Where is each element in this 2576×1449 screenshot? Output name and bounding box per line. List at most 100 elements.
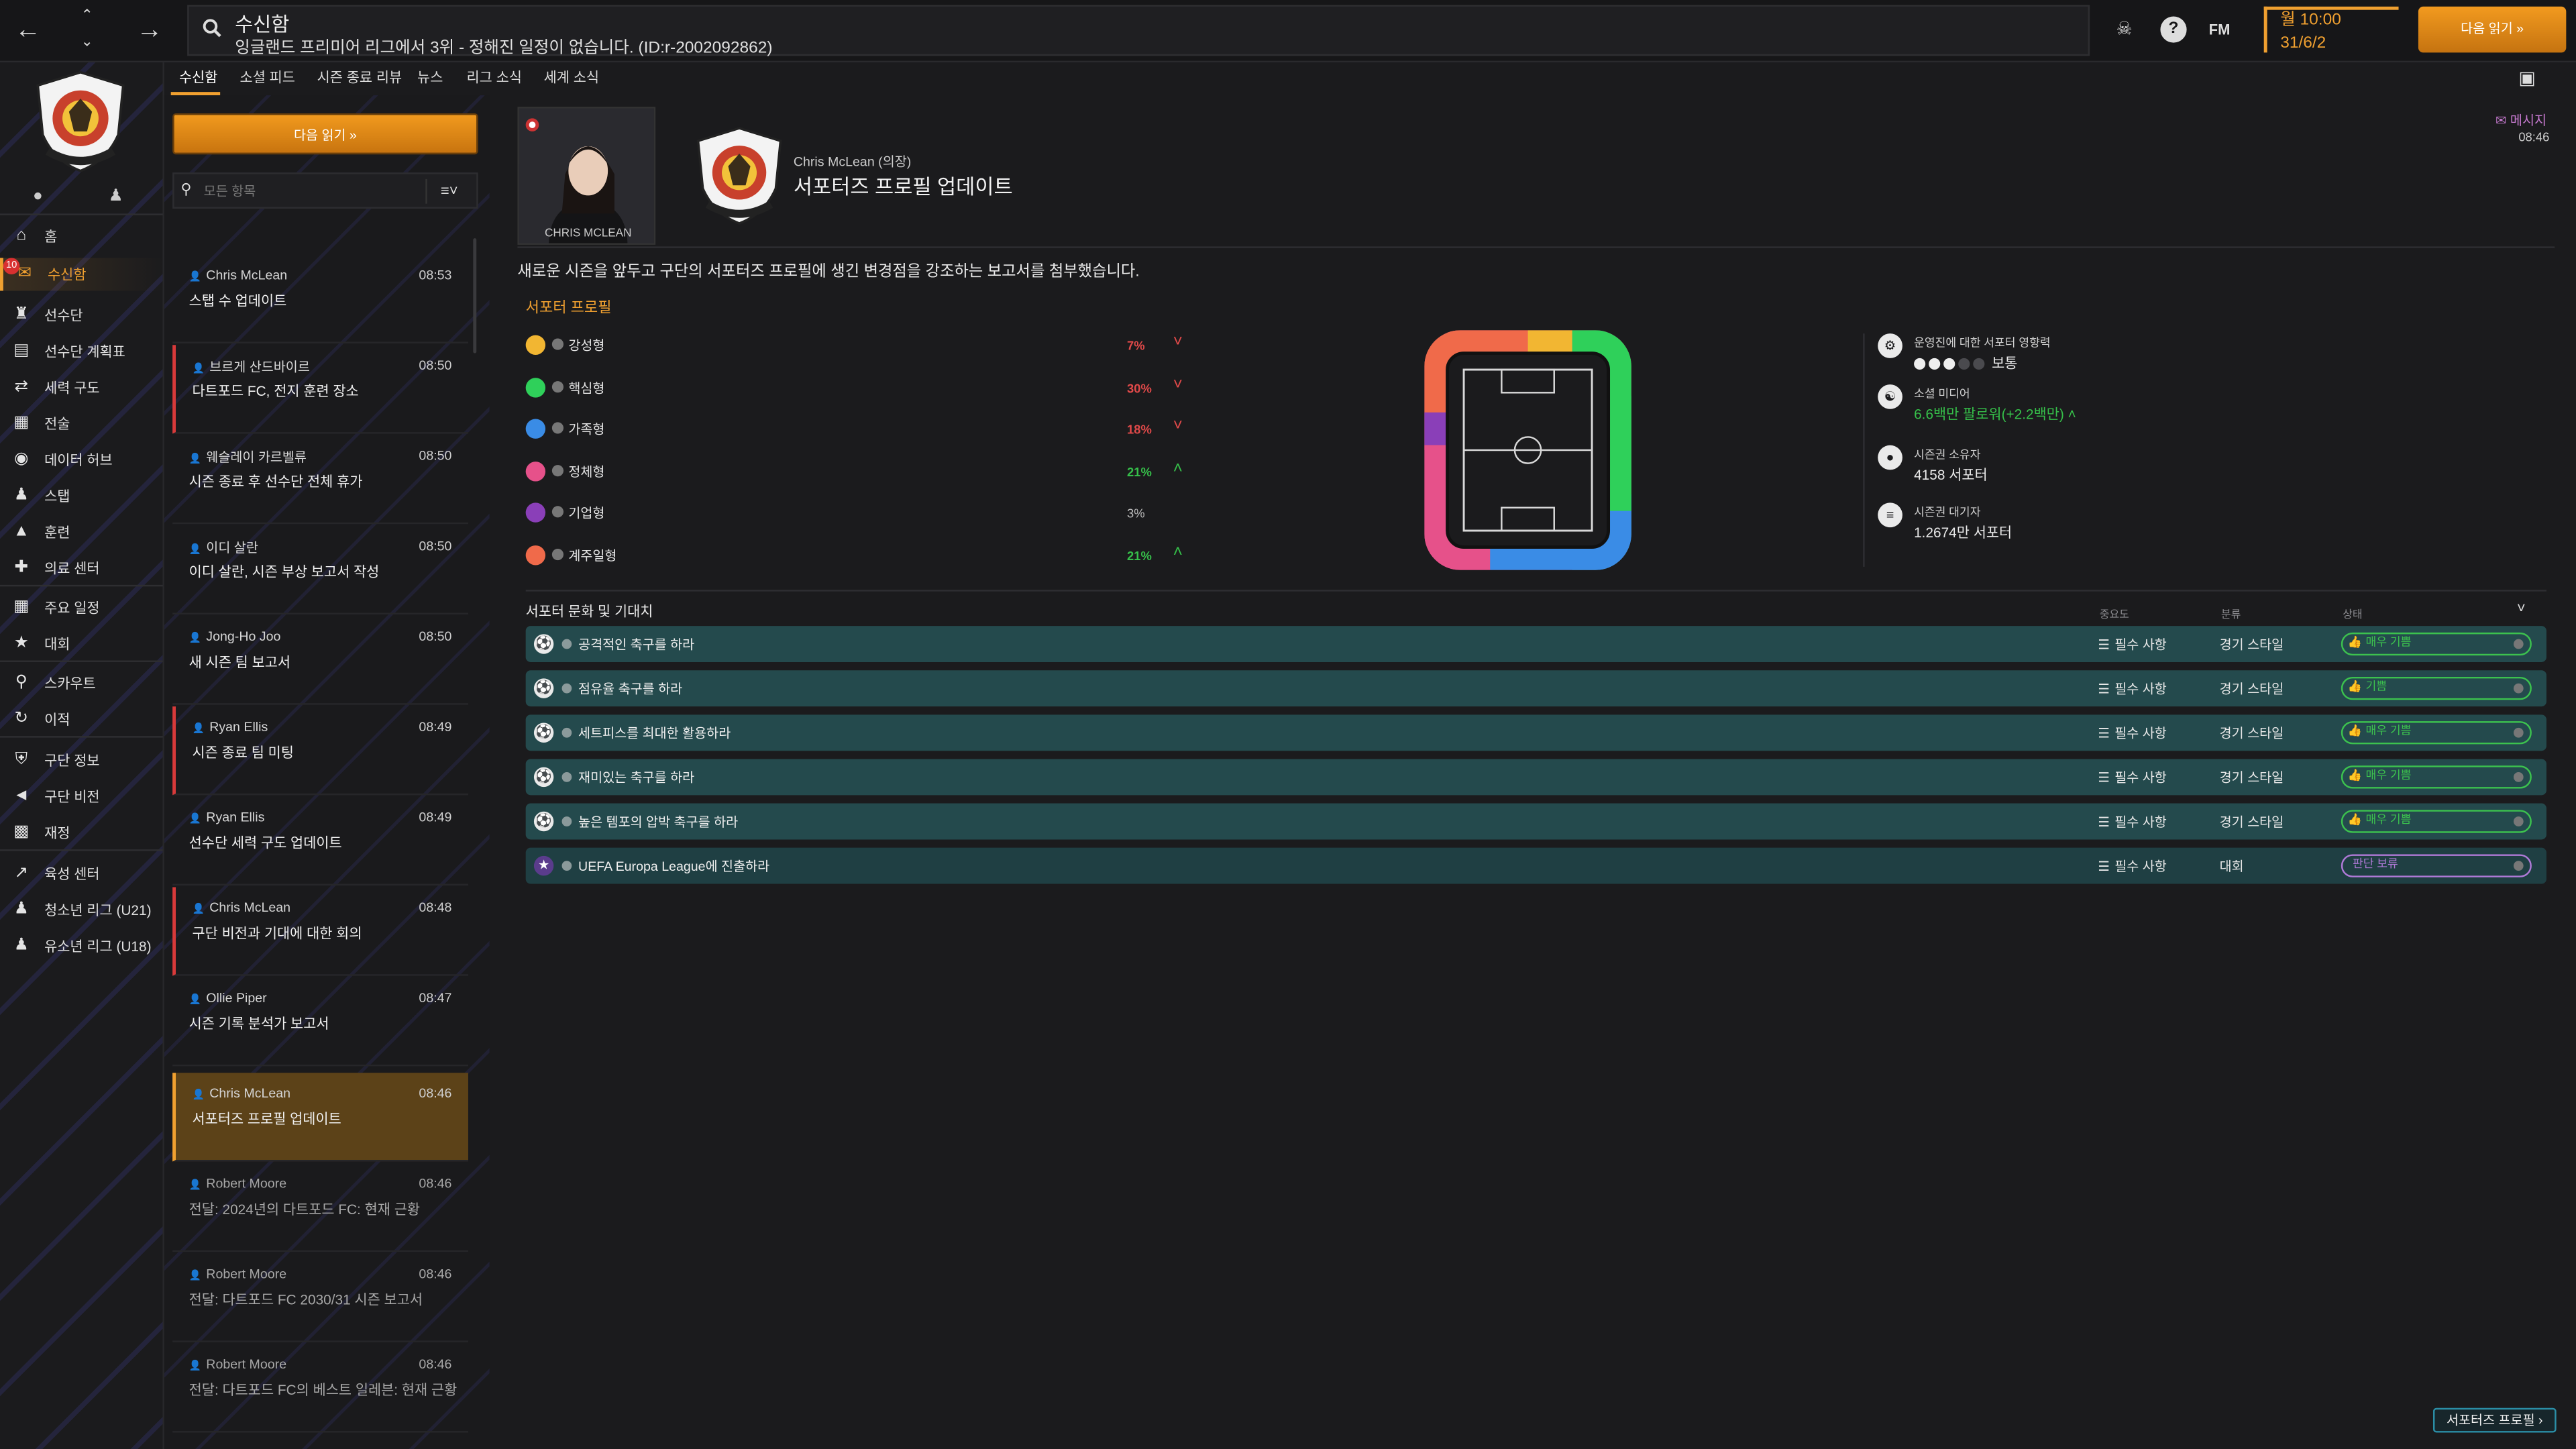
- supporter-influence-stat[interactable]: ⚙ 운영진에 대한 서포터 영향력 보통: [1878, 332, 2371, 381]
- column-header-importance[interactable]: 중요도: [2100, 604, 2129, 621]
- sidebar-item-data-hub[interactable]: ◉ 데이터 허브: [0, 443, 162, 476]
- info-icon[interactable]: [551, 465, 564, 477]
- supporter-segment-row[interactable]: 가족형 18% ˅: [525, 413, 1199, 445]
- info-icon[interactable]: [2513, 861, 2524, 871]
- tab-season-review[interactable]: 시즌 종료 리뷰: [317, 67, 402, 87]
- sidebar-item-scouting[interactable]: ⚲ 스카우트: [0, 667, 162, 700]
- sidebar-item-staff[interactable]: ♟ 스탭: [0, 480, 162, 513]
- inbox-message[interactable]: Ollie Piper 08:47 시즌 기록 분석가 보고서: [172, 977, 468, 1067]
- expectation-row[interactable]: ⚽ 재미있는 축구를 하라 필수 사항 경기 스타일 매우 기쁨: [525, 759, 2546, 796]
- info-icon[interactable]: [2513, 816, 2524, 826]
- sidebar-item-medical[interactable]: ✚ 의료 센터: [0, 552, 162, 585]
- club-small-icon[interactable]: ●: [33, 187, 43, 205]
- info-icon[interactable]: [561, 772, 572, 782]
- inbox-message[interactable]: Chris McLean 08:53 스탭 수 업데이트: [172, 255, 468, 343]
- inbox-message[interactable]: 브르게 산드바이르 08:50 다트포드 FC, 전지 훈련 장소: [172, 345, 468, 434]
- chevron-up-icon[interactable]: ⌃: [69, 5, 105, 24]
- sidebar-item-u21[interactable]: ♟ 청소년 리그 (U21): [0, 894, 162, 926]
- info-icon[interactable]: [551, 422, 564, 434]
- info-icon[interactable]: [561, 639, 572, 649]
- inbox-message[interactable]: Jong-Ho Joo 08:50 새 시즌 팀 보고서: [172, 616, 468, 705]
- tab-social-feed[interactable]: 소셜 피드: [240, 67, 295, 87]
- info-icon[interactable]: [2513, 772, 2524, 782]
- sidebar-item-club-vision[interactable]: ◄ 구단 비전: [0, 780, 162, 813]
- fm-menu[interactable]: FM: [2206, 16, 2233, 42]
- chevron-down-icon[interactable]: ˅: [2517, 600, 2526, 616]
- sidebar-item-club-info[interactable]: ⛨ 구단 정보: [0, 744, 162, 777]
- inbox-search[interactable]: ⚲ 모든 항목 ≡˅: [172, 172, 478, 209]
- sidebar-item-competitions[interactable]: ★ 대회: [0, 628, 162, 661]
- inbox-message[interactable]: Robert Moore 08:46 전달: 다트포드 FC 2030/31 시즌 …: [172, 1254, 468, 1342]
- skull-icon[interactable]: ☠: [2111, 16, 2137, 42]
- inbox-search-input[interactable]: 모든 항목: [204, 182, 256, 201]
- sidebar-item-schedule[interactable]: ▦ 주요 일정: [0, 592, 162, 625]
- expectation-status[interactable]: 매우 기쁨: [2341, 721, 2532, 745]
- column-header-category[interactable]: 분류: [2221, 604, 2241, 621]
- inbox-message[interactable]: Ryan Ellis 08:49 시즌 종료 팀 미팅: [172, 706, 468, 796]
- sidebar-item-tactics[interactable]: ▦ 전술: [0, 407, 162, 440]
- expectation-row[interactable]: ★ UEFA Europa League에 진출하라 필수 사항 대회 판단 보류: [525, 847, 2546, 884]
- sidebar-item-transfers[interactable]: ↻ 이적: [0, 703, 162, 736]
- tab-world-news[interactable]: 세계 소식: [544, 67, 599, 87]
- info-icon[interactable]: [2513, 639, 2524, 649]
- inbox-message[interactable]: Chris McLean 08:48 구단 비전과 기대에 대한 회의: [172, 887, 468, 976]
- expectation-status[interactable]: 매우 기쁨: [2341, 765, 2532, 789]
- global-search-bar[interactable]: 수신함 잉글랜드 프리미어 리그에서 3위 - 정해진 일정이 없습니다. (I…: [187, 5, 2090, 58]
- supporter-segment-row[interactable]: 기업형 3%: [525, 496, 1199, 529]
- expectation-status[interactable]: 판단 보류: [2341, 854, 2532, 877]
- chevron-down-icon[interactable]: ⌄: [69, 32, 105, 51]
- inbox-scrollbar[interactable]: [473, 238, 477, 354]
- sidebar-item-dynamics[interactable]: ⇄ 세력 구도: [0, 371, 162, 404]
- info-icon[interactable]: [561, 727, 572, 738]
- sidebar-item-training[interactable]: ▲ 훈련: [0, 516, 162, 549]
- inbox-message[interactable]: Ryan Ellis 08:49 선수단 세력 구도 업데이트: [172, 797, 468, 886]
- column-header-status[interactable]: 상태: [2343, 604, 2362, 621]
- info-icon[interactable]: [2513, 727, 2524, 738]
- sidebar-item-squad[interactable]: ♜ 선수단: [0, 299, 162, 332]
- info-icon[interactable]: [551, 548, 564, 561]
- sidebar-item-development[interactable]: ↗ 육성 센터: [0, 857, 162, 890]
- supporter-profile-button[interactable]: 서포터즈 프로필 ›: [2432, 1407, 2557, 1433]
- expectation-row[interactable]: ⚽ 높은 템포의 압박 축구를 하라 필수 사항 경기 스타일 매우 기쁨: [525, 803, 2546, 840]
- expectation-row[interactable]: ⚽ 공격적인 축구를 하라 필수 사항 경기 스타일 매우 기쁨: [525, 626, 2546, 662]
- supporter-segment-row[interactable]: 정체형 21% ˄: [525, 455, 1199, 488]
- tab-inbox[interactable]: 수신함: [179, 67, 217, 87]
- info-icon[interactable]: [561, 683, 572, 694]
- expectation-status[interactable]: 기쁨: [2341, 676, 2532, 700]
- info-icon[interactable]: [561, 816, 572, 826]
- info-icon[interactable]: [2513, 683, 2524, 694]
- tab-league-news[interactable]: 리그 소식: [467, 67, 522, 87]
- filter-menu-icon[interactable]: ≡˅: [425, 178, 472, 204]
- expectation-status[interactable]: 매우 기쁨: [2341, 810, 2532, 833]
- info-icon[interactable]: [551, 338, 564, 350]
- read-next-button[interactable]: 다음 읽기 »: [172, 113, 478, 155]
- back-arrow-icon[interactable]: ←: [10, 13, 46, 50]
- supporter-segment-row[interactable]: 핵심형 30% ˅: [525, 371, 1199, 404]
- expectation-row[interactable]: ⚽ 점유율 축구를 하라 필수 사항 경기 스타일 기쁨: [525, 670, 2546, 707]
- inbox-message[interactable]: 웨슬레이 카르벨류 08:50 시즌 종료 후 선수단 전체 휴가: [172, 435, 468, 525]
- sidebar-item-squad-planner[interactable]: ▤ 선수단 계획표: [0, 335, 162, 368]
- info-icon[interactable]: [551, 506, 564, 518]
- sidebar-item-home[interactable]: ⌂ 홈: [0, 220, 162, 253]
- sender-portrait[interactable]: CHRIS MCLEAN: [517, 107, 656, 245]
- sidebar-item-u18[interactable]: ♟ 유소년 리그 (U18): [0, 930, 162, 963]
- expectation-status[interactable]: 매우 기쁨: [2341, 632, 2532, 656]
- manager-icon[interactable]: ♟: [109, 187, 123, 205]
- season-ticket-holders-stat[interactable]: ● 시즌권 소유자 4158 서포터: [1878, 443, 2371, 492]
- help-icon[interactable]: ?: [2160, 16, 2187, 43]
- info-icon[interactable]: [561, 861, 572, 871]
- inbox-message-selected[interactable]: Chris McLean 08:46 서포터즈 프로필 업데이트: [172, 1073, 468, 1162]
- sidebar-item-inbox[interactable]: ✉ 수신함: [0, 258, 163, 291]
- supporter-segment-row[interactable]: 계주일형 21% ˄: [525, 539, 1199, 572]
- social-media-stat[interactable]: ☯ 소셜 미디어 6.6백만 팔로워(+2.2백만) ˄: [1878, 383, 2371, 432]
- sidebar-item-finances[interactable]: ▩ 재정: [0, 816, 162, 849]
- message-type-label[interactable]: ✉ 메시지: [2496, 112, 2546, 130]
- inbox-message[interactable]: Robert Moore 08:46 전달: 2024년의 다트포드 FC: 현재 …: [172, 1163, 468, 1252]
- inbox-message[interactable]: 이디 살란 08:50 이디 살란, 시즌 부상 보고서 작성: [172, 526, 468, 614]
- inbox-message[interactable]: Robert Moore 08:46 전달: 다트포드 FC의 베스트 일레븐: 현…: [172, 1344, 468, 1433]
- season-ticket-waitlist-stat[interactable]: ≡ 시즌권 대기자 1.2674만 서포터: [1878, 501, 2371, 550]
- forward-arrow-icon[interactable]: →: [131, 13, 168, 50]
- tab-news[interactable]: 뉴스: [417, 67, 443, 87]
- supporter-segment-row[interactable]: 강성형 7% ˅: [525, 329, 1199, 362]
- screen-layout-icon[interactable]: ▣: [2518, 67, 2535, 89]
